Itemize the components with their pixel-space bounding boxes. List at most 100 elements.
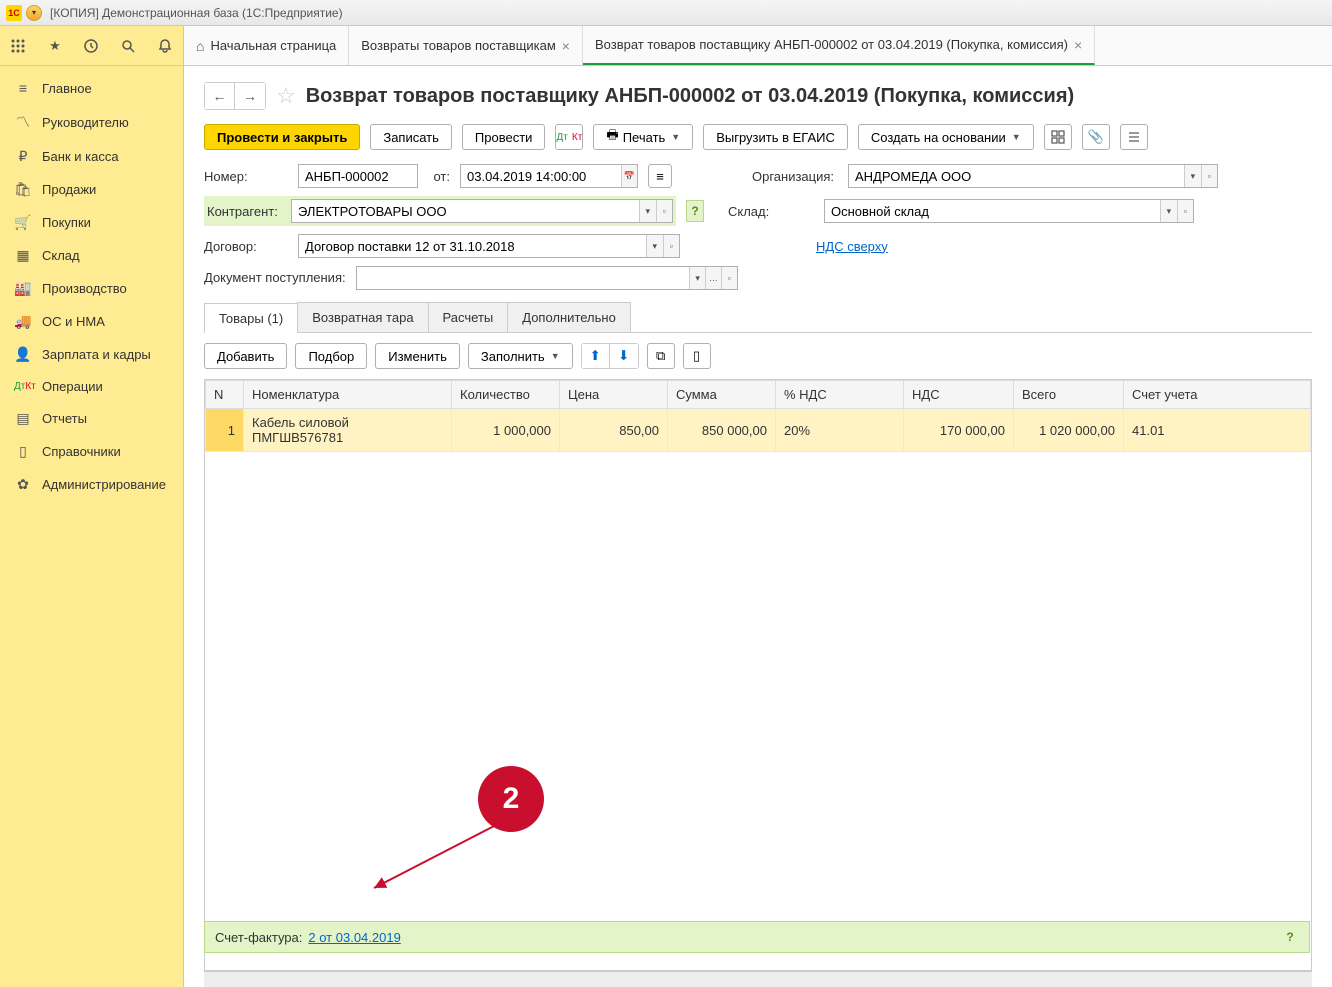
open-icon[interactable]: ▫	[656, 200, 672, 222]
invoice-link[interactable]: 2 от 03.04.2019	[308, 930, 400, 945]
cell-nomen[interactable]: Кабель силовой ПМГШВ576781	[244, 409, 452, 452]
date-input[interactable]	[461, 169, 621, 184]
calendar-icon[interactable]: 📅	[621, 165, 637, 187]
tab-tara[interactable]: Возвратная тара	[297, 302, 428, 332]
copy-button[interactable]: ⧉	[647, 343, 675, 369]
app-menu-button[interactable]: ▾	[26, 5, 42, 21]
create-based-button[interactable]: Создать на основании▼	[858, 124, 1034, 150]
open-icon[interactable]: ▫	[663, 235, 679, 257]
cell-sum[interactable]: 850 000,00	[668, 409, 776, 452]
dropdown-icon[interactable]: ▾	[639, 200, 655, 222]
fill-button[interactable]: Заполнить▼	[468, 343, 573, 369]
dogovor-input[interactable]	[299, 239, 646, 254]
col-vat[interactable]: НДС	[904, 381, 1014, 409]
help-button[interactable]: ?	[1281, 926, 1299, 948]
date-field[interactable]: 📅	[460, 164, 638, 188]
col-sum[interactable]: Сумма	[668, 381, 776, 409]
star-icon[interactable]: ★	[44, 35, 66, 57]
tab-document[interactable]: Возврат товаров поставщику АНБП-000002 о…	[583, 26, 1095, 65]
org-input[interactable]	[849, 169, 1184, 184]
move-down-button[interactable]: ⬇	[610, 344, 638, 368]
horizontal-scrollbar[interactable]	[204, 971, 1312, 987]
col-price[interactable]: Цена	[560, 381, 668, 409]
sklad-field[interactable]: ▾▫	[824, 199, 1194, 223]
open-icon[interactable]: ▫	[721, 267, 737, 289]
more-button[interactable]	[1120, 124, 1148, 150]
col-vatp[interactable]: % НДС	[776, 381, 904, 409]
post-button[interactable]: Провести	[462, 124, 546, 150]
docpost-field[interactable]: ▾…▫	[356, 266, 738, 290]
col-nomen[interactable]: Номенклатура	[244, 381, 452, 409]
dtkt-button[interactable]: ДтКт	[555, 124, 583, 150]
cell-total[interactable]: 1 020 000,00	[1014, 409, 1124, 452]
cell-n[interactable]: 1	[206, 409, 244, 452]
save-button[interactable]: Записать	[370, 124, 452, 150]
cell-acct[interactable]: 41.01	[1124, 409, 1311, 452]
attach-button[interactable]: 📎	[1082, 124, 1110, 150]
dropdown-icon[interactable]: ▾	[646, 235, 662, 257]
bell-icon[interactable]	[154, 35, 176, 57]
add-row-button[interactable]: Добавить	[204, 343, 287, 369]
open-icon[interactable]: ▫	[1201, 165, 1217, 187]
sidebar-item-purchases[interactable]: 🛒Покупки	[0, 206, 183, 239]
cell-price[interactable]: 850,00	[560, 409, 668, 452]
tab-calc[interactable]: Расчеты	[428, 302, 509, 332]
history-icon[interactable]	[80, 35, 102, 57]
org-field[interactable]: ▾▫	[848, 164, 1218, 188]
number-field[interactable]	[298, 164, 418, 188]
sidebar-item-operations[interactable]: ДтКтОперации	[0, 371, 183, 402]
number-input[interactable]	[299, 169, 417, 184]
open-icon[interactable]: ▫	[1177, 200, 1193, 222]
col-acct[interactable]: Счет учета	[1124, 381, 1311, 409]
sklad-input[interactable]	[825, 204, 1160, 219]
search-icon[interactable]	[117, 35, 139, 57]
nav-forward-button[interactable]: →	[235, 83, 265, 109]
sidebar-item-reports[interactable]: ▤Отчеты	[0, 402, 183, 435]
print-button[interactable]: 🖶Печать▼	[593, 124, 693, 150]
nds-link[interactable]: НДС сверху	[816, 239, 888, 254]
docpost-input[interactable]	[357, 271, 690, 286]
dropdown-icon[interactable]: ▾	[1184, 165, 1200, 187]
close-icon[interactable]: ×	[1074, 37, 1082, 53]
sidebar-item-main[interactable]: ≡Главное	[0, 72, 183, 104]
move-up-button[interactable]: ⬆	[582, 344, 610, 368]
cell-vatp[interactable]: 20%	[776, 409, 904, 452]
col-qty[interactable]: Количество	[452, 381, 560, 409]
cell-vat[interactable]: 170 000,00	[904, 409, 1014, 452]
tab-extra[interactable]: Дополнительно	[507, 302, 631, 332]
tab-home[interactable]: ⌂ Начальная страница	[184, 26, 349, 65]
close-icon[interactable]: ×	[562, 38, 570, 54]
sidebar-item-production[interactable]: 🏭Производство	[0, 272, 183, 305]
sidebar-item-manager[interactable]: 〽Руководителю	[0, 104, 183, 140]
dogovor-field[interactable]: ▾▫	[298, 234, 680, 258]
structure-button[interactable]	[1044, 124, 1072, 150]
table-row[interactable]: 1 Кабель силовой ПМГШВ576781 1 000,000 8…	[206, 409, 1311, 452]
nav-back-button[interactable]: ←	[205, 83, 235, 109]
sidebar-item-catalogs[interactable]: ▯Справочники	[0, 435, 183, 468]
tab-goods[interactable]: Товары (1)	[204, 303, 298, 333]
col-total[interactable]: Всего	[1014, 381, 1124, 409]
ellipsis-icon[interactable]: …	[705, 267, 721, 289]
sidebar-item-hr[interactable]: 👤Зарплата и кадры	[0, 338, 183, 371]
pick-button[interactable]: Подбор	[295, 343, 367, 369]
col-n[interactable]: N	[206, 381, 244, 409]
contragent-input[interactable]	[292, 204, 639, 219]
dropdown-icon[interactable]: ▾	[689, 267, 705, 289]
post-and-close-button[interactable]: Провести и закрыть	[204, 124, 360, 150]
paste-button[interactable]: ▯	[683, 343, 711, 369]
egais-button[interactable]: Выгрузить в ЕГАИС	[703, 124, 848, 150]
apps-icon[interactable]	[7, 35, 29, 57]
date-extra-button[interactable]: ≡	[648, 164, 672, 188]
sidebar-item-admin[interactable]: ✿Администрирование	[0, 468, 183, 501]
tab-list[interactable]: Возвраты товаров поставщикам ×	[349, 26, 583, 65]
contragent-field[interactable]: ▾▫	[291, 199, 673, 223]
edit-button[interactable]: Изменить	[375, 343, 460, 369]
favorite-icon[interactable]: ☆	[276, 83, 296, 109]
cell-qty[interactable]: 1 000,000	[452, 409, 560, 452]
sidebar-item-assets[interactable]: 🚚ОС и НМА	[0, 305, 183, 338]
sidebar-item-sales[interactable]: 🛍Продажи	[0, 173, 183, 206]
sidebar-item-warehouse[interactable]: ▦Склад	[0, 239, 183, 272]
dropdown-icon[interactable]: ▾	[1160, 200, 1176, 222]
help-button[interactable]: ?	[686, 200, 704, 222]
sidebar-item-bank[interactable]: ₽Банк и касса	[0, 140, 183, 173]
